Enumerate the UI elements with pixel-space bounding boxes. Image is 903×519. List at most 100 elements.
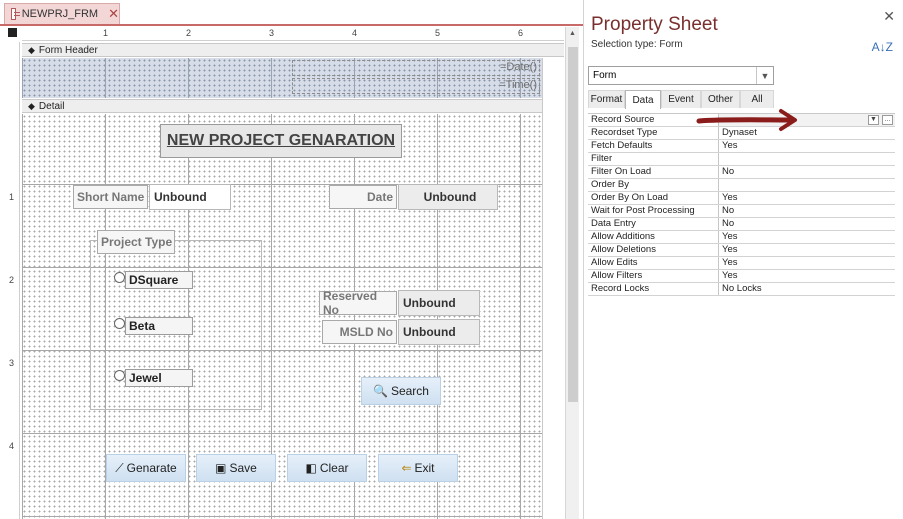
search-button-label: Search [390,384,429,398]
generate-button-label: Genarate [126,461,177,475]
property-value[interactable] [719,153,895,165]
exit-button[interactable]: ⇐ Exit [378,454,458,482]
form-title-label[interactable]: NEW PROJECT GENARATION [160,124,402,158]
property-name: Order By On Load [588,192,719,204]
property-row[interactable]: Allow Deletions Yes [588,244,895,257]
document-tab-label: NEWPRJ_FRM [21,8,99,20]
property-value[interactable]: Yes [719,140,895,152]
property-value[interactable]: Yes [719,192,895,204]
sort-az-icon[interactable]: A↓Z [872,40,893,54]
builder-button[interactable]: ... [882,115,893,125]
form-selector[interactable] [8,28,17,37]
clear-button-label: Clear [319,461,349,475]
property-sheet-title: Property Sheet [591,14,718,35]
save-icon: ▣ [215,461,227,475]
msld-no-field[interactable]: Unbound [398,319,480,345]
option-label-beta[interactable]: Beta [125,317,193,335]
clear-button[interactable]: ◧ Clear [287,454,367,482]
option-label-jewel[interactable]: Jewel [125,369,193,387]
tab-all[interactable]: All [740,90,774,108]
property-row[interactable]: Filter On Load No [588,166,895,179]
property-row[interactable]: Allow Additions Yes [588,231,895,244]
option-label-dsquare[interactable]: DSquare [125,271,193,289]
generate-icon: ⟋ [115,460,124,475]
property-value[interactable]: Yes [719,257,895,269]
property-name: Fetch Defaults [588,140,719,152]
radio-beta[interactable] [114,318,125,329]
date-label[interactable]: Date [329,185,397,209]
object-selector-combo[interactable]: Form ▼ [588,66,774,85]
radio-jewel[interactable] [114,370,125,381]
property-value[interactable]: Yes [719,270,895,282]
ruler-mark: 4 [9,441,15,451]
document-tab[interactable]: NEWPRJ_FRM ✕ [4,3,120,24]
generate-button[interactable]: ⟋ Genarate [106,454,186,482]
date-field[interactable]: Unbound [398,184,498,210]
property-row[interactable]: Data Entry No [588,218,895,231]
chevron-down-icon[interactable]: ▼ [756,67,773,84]
selection-type-label: Selection type: Form [591,39,683,50]
scroll-thumb[interactable] [568,47,578,402]
tab-other[interactable]: Other [701,90,740,108]
property-row[interactable]: Record Locks No Locks [588,283,895,296]
property-value[interactable]: No [719,205,895,217]
property-value[interactable]: No [719,166,895,178]
form-header-bar[interactable]: ◆ Form Header [22,43,564,57]
property-value[interactable]: No Locks [719,283,895,295]
tab-data[interactable]: Data [625,90,661,109]
search-button[interactable]: 🔍 Search [361,377,441,405]
exit-icon: ⇐ [401,461,412,475]
chevron-down-icon[interactable]: ▼ [868,115,879,125]
property-tabs: Format Data Event Other All [588,90,774,109]
property-value[interactable]: No [719,218,895,230]
detail-bar[interactable]: ◆ Detail [22,99,564,113]
form-designer: NEWPRJ_FRM ✕ 1 2 3 4 5 6 1 2 3 4 ◆ Form … [0,0,583,519]
short-name-label[interactable]: Short Name [73,185,148,209]
reserved-no-label[interactable]: Reserved No [319,289,397,317]
form-header-section: =Date() =Time() [22,58,542,98]
property-row[interactable]: Order By On Load Yes [588,192,895,205]
section-icon: ◆ [28,44,35,55]
ruler-mark: 3 [9,358,15,368]
vertical-ruler: 1 2 3 4 [0,42,20,519]
short-name-field[interactable]: Unbound [149,184,231,210]
property-row[interactable]: Order By [588,179,895,192]
horizontal-ruler: 1 2 3 4 5 6 [22,27,564,41]
reserved-no-field[interactable]: Unbound [398,290,480,316]
property-value[interactable]: Yes [719,231,895,243]
property-name: Filter [588,153,719,165]
project-type-label[interactable]: Project Type [97,230,175,254]
property-row[interactable]: Allow Filters Yes [588,270,895,283]
radio-dsquare[interactable] [114,272,125,283]
property-value[interactable] [719,179,895,191]
time-expression-box[interactable]: =Time() [292,78,540,94]
close-icon[interactable]: ✕ [108,6,119,22]
tab-event[interactable]: Event [661,90,701,108]
search-icon: 🔍 [373,384,388,398]
form-width-strip [542,58,564,519]
tab-format[interactable]: Format [588,90,625,108]
form-icon [11,8,20,20]
property-row[interactable]: Wait for Post Processing No [588,205,895,218]
property-name: Allow Filters [588,270,719,282]
clear-icon: ◧ [305,461,317,475]
save-button[interactable]: ▣ Save [196,454,276,482]
ruler-mark: 2 [186,28,192,38]
scroll-up-icon[interactable]: ▲ [569,30,576,37]
property-row[interactable]: Allow Edits Yes [588,257,895,270]
close-icon[interactable]: ✕ [883,8,895,25]
property-row[interactable]: Fetch Defaults Yes [588,140,895,153]
save-button-label: Save [229,461,257,475]
property-name: Allow Deletions [588,244,719,256]
ruler-mark: 2 [9,275,15,285]
property-row[interactable]: Filter [588,153,895,166]
ruler-mark: 1 [103,28,109,38]
date-expression: =Date() [500,61,537,73]
property-value[interactable]: Yes [719,244,895,256]
date-expression-box[interactable]: =Date() [292,60,540,76]
detail-label: Detail [38,100,65,112]
exit-button-label: Exit [414,461,435,475]
property-name: Record Locks [588,283,719,295]
vertical-scrollbar[interactable]: ▲ [565,27,579,519]
msld-no-label[interactable]: MSLD No [322,320,397,344]
